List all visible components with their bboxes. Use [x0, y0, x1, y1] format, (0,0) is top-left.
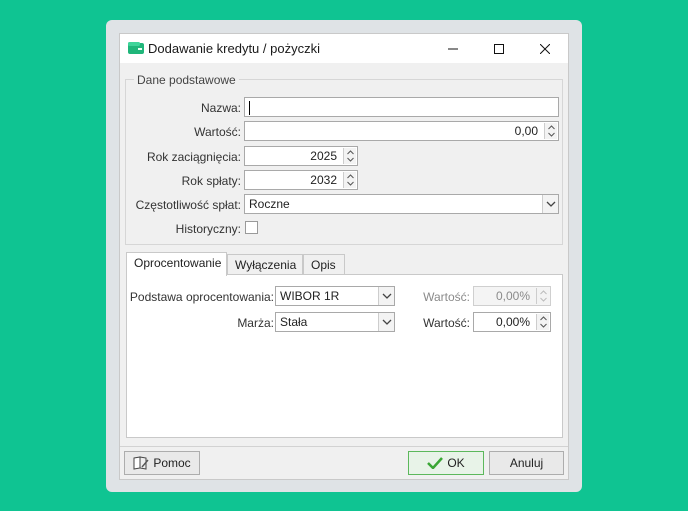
- close-icon: [540, 43, 550, 54]
- spinner-arrows-icon: [347, 174, 354, 186]
- year-taken-input[interactable]: 2025: [244, 146, 358, 166]
- basis-rate-input[interactable]: 0,00%: [473, 286, 551, 306]
- value-spinner[interactable]: [544, 123, 557, 139]
- tab-description[interactable]: Opis: [303, 254, 345, 275]
- value-label: Wartość:: [194, 125, 241, 139]
- year-taken-label: Rok zaciągnięcia:: [146, 150, 241, 164]
- basis-rate-label: Wartość:: [423, 290, 470, 304]
- dialog-body: Dodawanie kredytu / pożyczki Dane podsta…: [119, 33, 569, 480]
- basis-rate-spinner[interactable]: [536, 288, 549, 304]
- basic-data-group-title: Dane podstawowe: [134, 73, 239, 87]
- name-label: Nazwa:: [200, 101, 241, 115]
- spinner-arrows-icon: [540, 316, 547, 328]
- interest-basis-label: Podstawa oprocentowania:: [129, 290, 274, 304]
- name-input[interactable]: [244, 97, 559, 117]
- maximize-icon: [494, 43, 504, 54]
- tab-interest[interactable]: Oprocentowanie: [126, 252, 227, 276]
- historical-label: Historyczny:: [175, 222, 241, 236]
- help-button[interactable]: Pomoc: [124, 451, 200, 475]
- tab-exclusions[interactable]: Wyłączenia: [227, 254, 303, 275]
- frequency-select[interactable]: Roczne: [244, 194, 559, 214]
- spinner-arrows-icon: [540, 290, 547, 302]
- wallet-icon: [128, 42, 144, 54]
- text-cursor: [249, 100, 250, 115]
- ok-button[interactable]: OK: [408, 451, 484, 475]
- value-input[interactable]: 0,00: [244, 121, 559, 141]
- margin-label: Marża:: [237, 316, 274, 330]
- year-repaid-label: Rok spłaty:: [181, 174, 241, 188]
- close-button[interactable]: [522, 34, 568, 63]
- minimize-button[interactable]: [430, 34, 476, 63]
- help-book-icon: [133, 456, 149, 470]
- dialog-window: Dodawanie kredytu / pożyczki Dane podsta…: [106, 20, 582, 492]
- year-repaid-input[interactable]: 2032: [244, 170, 358, 190]
- footer-separator: [120, 446, 568, 447]
- checkmark-icon: [427, 457, 444, 469]
- cancel-button[interactable]: Anuluj: [489, 451, 564, 475]
- year-repaid-spinner[interactable]: [343, 172, 356, 188]
- frequency-label: Częstotliwość spłat:: [135, 198, 241, 212]
- spinner-arrows-icon: [548, 125, 555, 137]
- margin-rate-spinner[interactable]: [536, 314, 549, 330]
- chevron-down-icon: [546, 201, 555, 207]
- title-bar[interactable]: Dodawanie kredytu / pożyczki: [120, 34, 568, 63]
- minimize-icon: [448, 48, 458, 49]
- historical-checkbox[interactable]: [245, 221, 258, 234]
- year-taken-spinner[interactable]: [343, 148, 356, 164]
- spinner-arrows-icon: [347, 150, 354, 162]
- window-title: Dodawanie kredytu / pożyczki: [148, 41, 320, 56]
- frequency-dropdown-button[interactable]: [542, 195, 558, 213]
- maximize-button[interactable]: [476, 34, 522, 63]
- margin-rate-input[interactable]: 0,00%: [473, 312, 551, 332]
- margin-rate-label: Wartość:: [423, 316, 470, 330]
